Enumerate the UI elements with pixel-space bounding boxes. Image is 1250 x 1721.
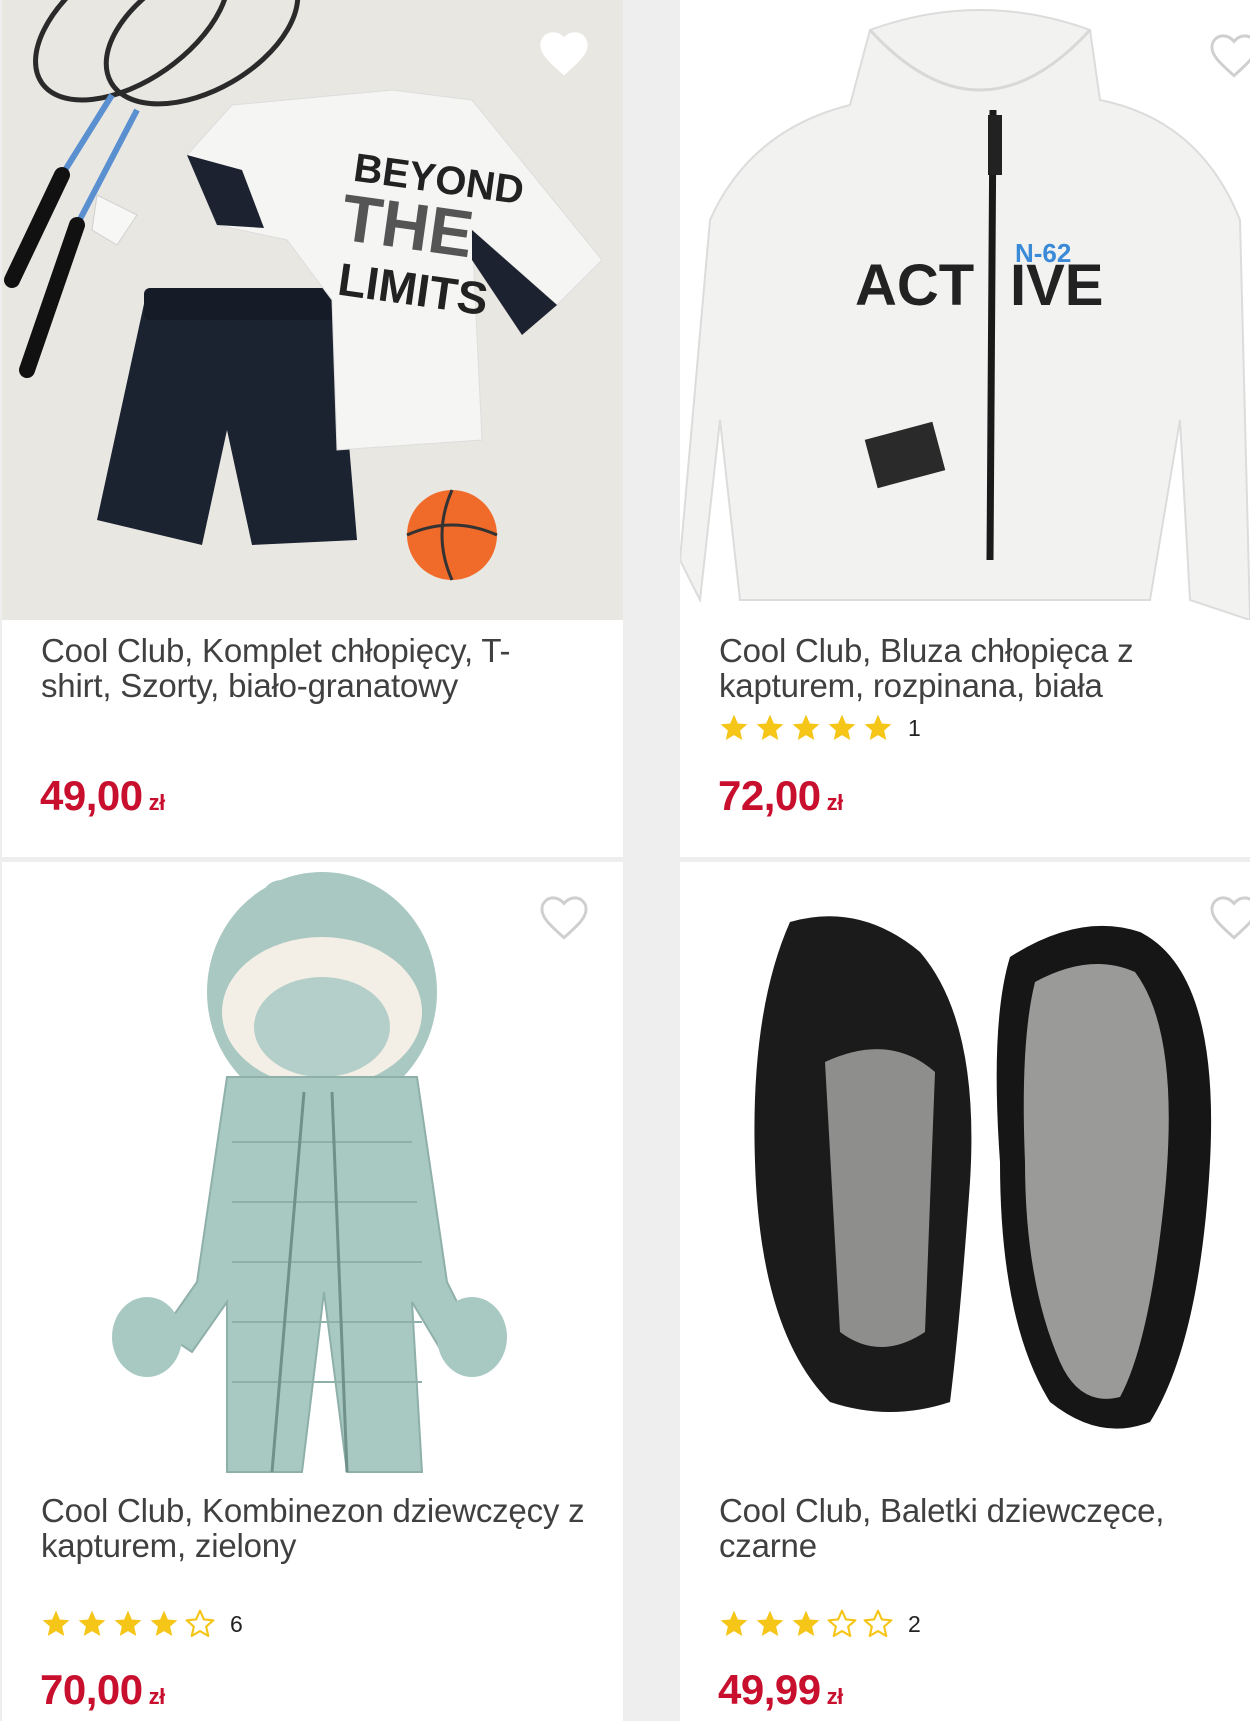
star-filled-icon [78, 1610, 106, 1636]
star-empty-icon [827, 1609, 857, 1638]
product-price: 70,00 zł [40, 1666, 165, 1714]
price-value: 72,00 [718, 772, 821, 819]
product-title[interactable]: Cool Club, Komplet chłopięcy, T-shirt, S… [41, 633, 561, 703]
rating: 1 [718, 712, 921, 744]
product-card[interactable]: BEYOND THE LIMITS Cool Club, Komplet chł… [2, 0, 623, 857]
product-image[interactable]: ACT IVE N-62 [680, 0, 1250, 620]
product-card[interactable]: Cool Club, Kombinezon dziewczęcy z kaptu… [2, 862, 623, 1721]
star-filled-icon [792, 714, 820, 740]
currency: zł [148, 1684, 166, 1709]
currency: zł [826, 790, 844, 815]
star-empty-icon [185, 1609, 215, 1638]
product-image[interactable] [2, 862, 623, 1482]
product-image[interactable]: BEYOND THE LIMITS [2, 0, 623, 620]
star-filled-icon [792, 1610, 820, 1636]
product-price: 49,00 zł [40, 772, 165, 820]
currency: zł [826, 1684, 844, 1709]
price-value: 70,00 [40, 1666, 143, 1713]
heart-outline-icon[interactable] [537, 892, 591, 942]
star-filled-icon [150, 1610, 178, 1636]
rating-count: 2 [908, 1610, 921, 1637]
heart-filled-icon[interactable] [537, 28, 591, 78]
star-filled-icon [720, 714, 748, 740]
rating-count: 6 [230, 1610, 243, 1637]
print-act: ACT [855, 253, 974, 318]
star-filled-icon [114, 1610, 142, 1636]
star-filled-icon [720, 1610, 748, 1636]
product-title[interactable]: Cool Club, Baletki dziewczęce, czarne [719, 1493, 1209, 1563]
product-card[interactable]: ACT IVE N-62 Cool Club, Bluza chłopięca … [680, 0, 1250, 857]
rating: 6 [40, 1608, 243, 1640]
price-value: 49,00 [40, 772, 143, 819]
star-rating [40, 1608, 220, 1640]
heart-outline-icon[interactable] [1207, 30, 1250, 80]
star-rating [718, 712, 898, 744]
price-value: 49,99 [718, 1666, 821, 1713]
star-filled-icon [864, 714, 892, 740]
product-title[interactable]: Cool Club, Kombinezon dziewczęcy z kaptu… [41, 1493, 601, 1563]
star-rating [718, 1608, 898, 1640]
currency: zł [148, 790, 166, 815]
star-empty-icon [863, 1609, 893, 1638]
star-filled-icon [42, 1610, 70, 1636]
product-price: 72,00 zł [718, 772, 843, 820]
print-n62: N-62 [1015, 238, 1071, 268]
product-card[interactable]: Cool Club, Baletki dziewczęce, czarne 2 … [680, 862, 1250, 1721]
product-price: 49,99 zł [718, 1666, 843, 1714]
rating: 2 [718, 1608, 921, 1640]
product-title[interactable]: Cool Club, Bluza chłopięca z kapturem, r… [719, 633, 1209, 703]
heart-outline-icon[interactable] [1207, 892, 1250, 942]
star-filled-icon [756, 1610, 784, 1636]
rating-count: 1 [908, 714, 921, 741]
product-image[interactable] [680, 862, 1250, 1482]
star-filled-icon [828, 714, 856, 740]
star-filled-icon [756, 714, 784, 740]
